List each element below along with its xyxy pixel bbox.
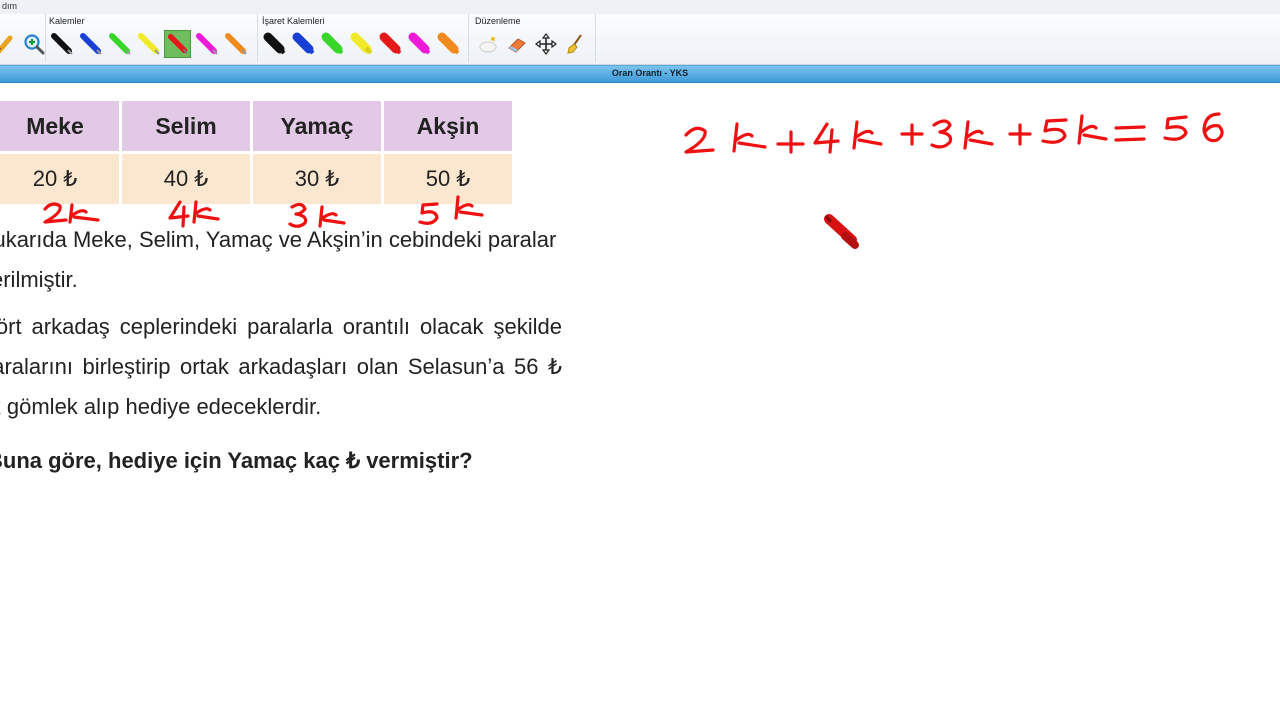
ink-4k <box>168 200 220 228</box>
ink-2k <box>43 202 100 224</box>
ink-3k <box>288 202 346 228</box>
red-pen-cursor-icon <box>824 214 859 249</box>
ink-5k <box>418 195 484 225</box>
ink-layer <box>43 112 1224 249</box>
ink-equation <box>684 112 1224 154</box>
